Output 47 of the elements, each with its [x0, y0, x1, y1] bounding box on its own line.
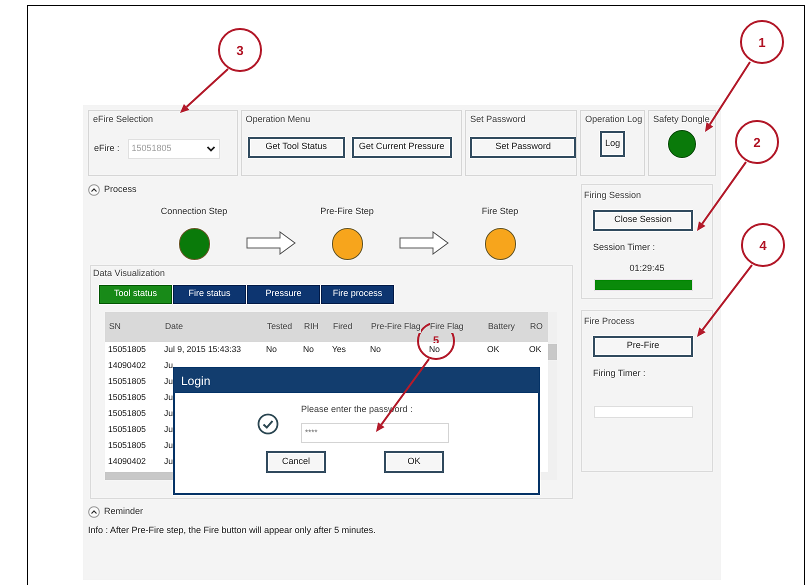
info-text: Info : After Pre-Fire step, the Fire button will appear only after 5 minutes. [88, 524, 377, 537]
callout-number: 3 [218, 28, 262, 72]
button[interactable]: Pre-Fire [593, 336, 693, 356]
button[interactable]: Get Current Pressure [352, 136, 452, 158]
tab[interactable]: Fire process [321, 284, 394, 304]
tab[interactable]: Fire status [173, 284, 246, 304]
callout-number: 1 [740, 20, 784, 64]
callout-number: 4 [741, 223, 785, 267]
group-title: Operation Menu [244, 113, 312, 126]
group-title: Set Password [469, 113, 527, 126]
column-header: Pre-Fire Flag [371, 320, 421, 333]
step-label: Connection Step [160, 204, 228, 218]
group-title: Data Visualization [92, 267, 166, 280]
arrow-icon [398, 231, 448, 255]
column-header: Fire Flag [430, 320, 464, 333]
tab[interactable]: Tool status [99, 284, 172, 304]
callout-arrow [697, 161, 747, 231]
button[interactable]: Set Password [470, 136, 576, 158]
table-cell: Jul 9, 2015 15:43:33 [164, 343, 242, 356]
button[interactable]: Cancel [266, 450, 326, 472]
section-title: Process [104, 183, 137, 196]
button[interactable]: Close Session [593, 210, 693, 230]
group-title: Firing Session [583, 189, 642, 202]
step-label: Fire Step [482, 204, 518, 218]
field-label: eFire : [94, 142, 120, 155]
group-title: eFire Selection [92, 113, 154, 126]
password-field[interactable]: **** [301, 422, 449, 442]
button[interactable]: Get Tool Status [248, 136, 345, 158]
timer-value: 01:29:45 [629, 262, 665, 275]
group-title: Operation Log [584, 113, 644, 126]
group-title: Fire Process [583, 315, 636, 328]
step-label: Pre-Fire Step [320, 204, 374, 218]
arrow-icon [246, 231, 296, 255]
button[interactable]: OK [384, 450, 444, 472]
field-label: Firing Timer : [593, 366, 646, 380]
chevron-down-icon [206, 144, 216, 152]
check-icon [257, 413, 279, 435]
scrollbar-thumb[interactable] [548, 344, 557, 360]
callout-arrow [180, 68, 229, 113]
column-header: Battery [488, 320, 515, 333]
dialog-title: Login [181, 373, 210, 390]
callout-number: 2 [735, 120, 779, 164]
button[interactable]: Log [600, 130, 626, 156]
section-title: Reminder [104, 505, 144, 518]
group-title: Safety Dongle [652, 113, 711, 126]
tab[interactable]: Pressure [247, 284, 320, 304]
field-label: Session Timer : [593, 240, 656, 254]
